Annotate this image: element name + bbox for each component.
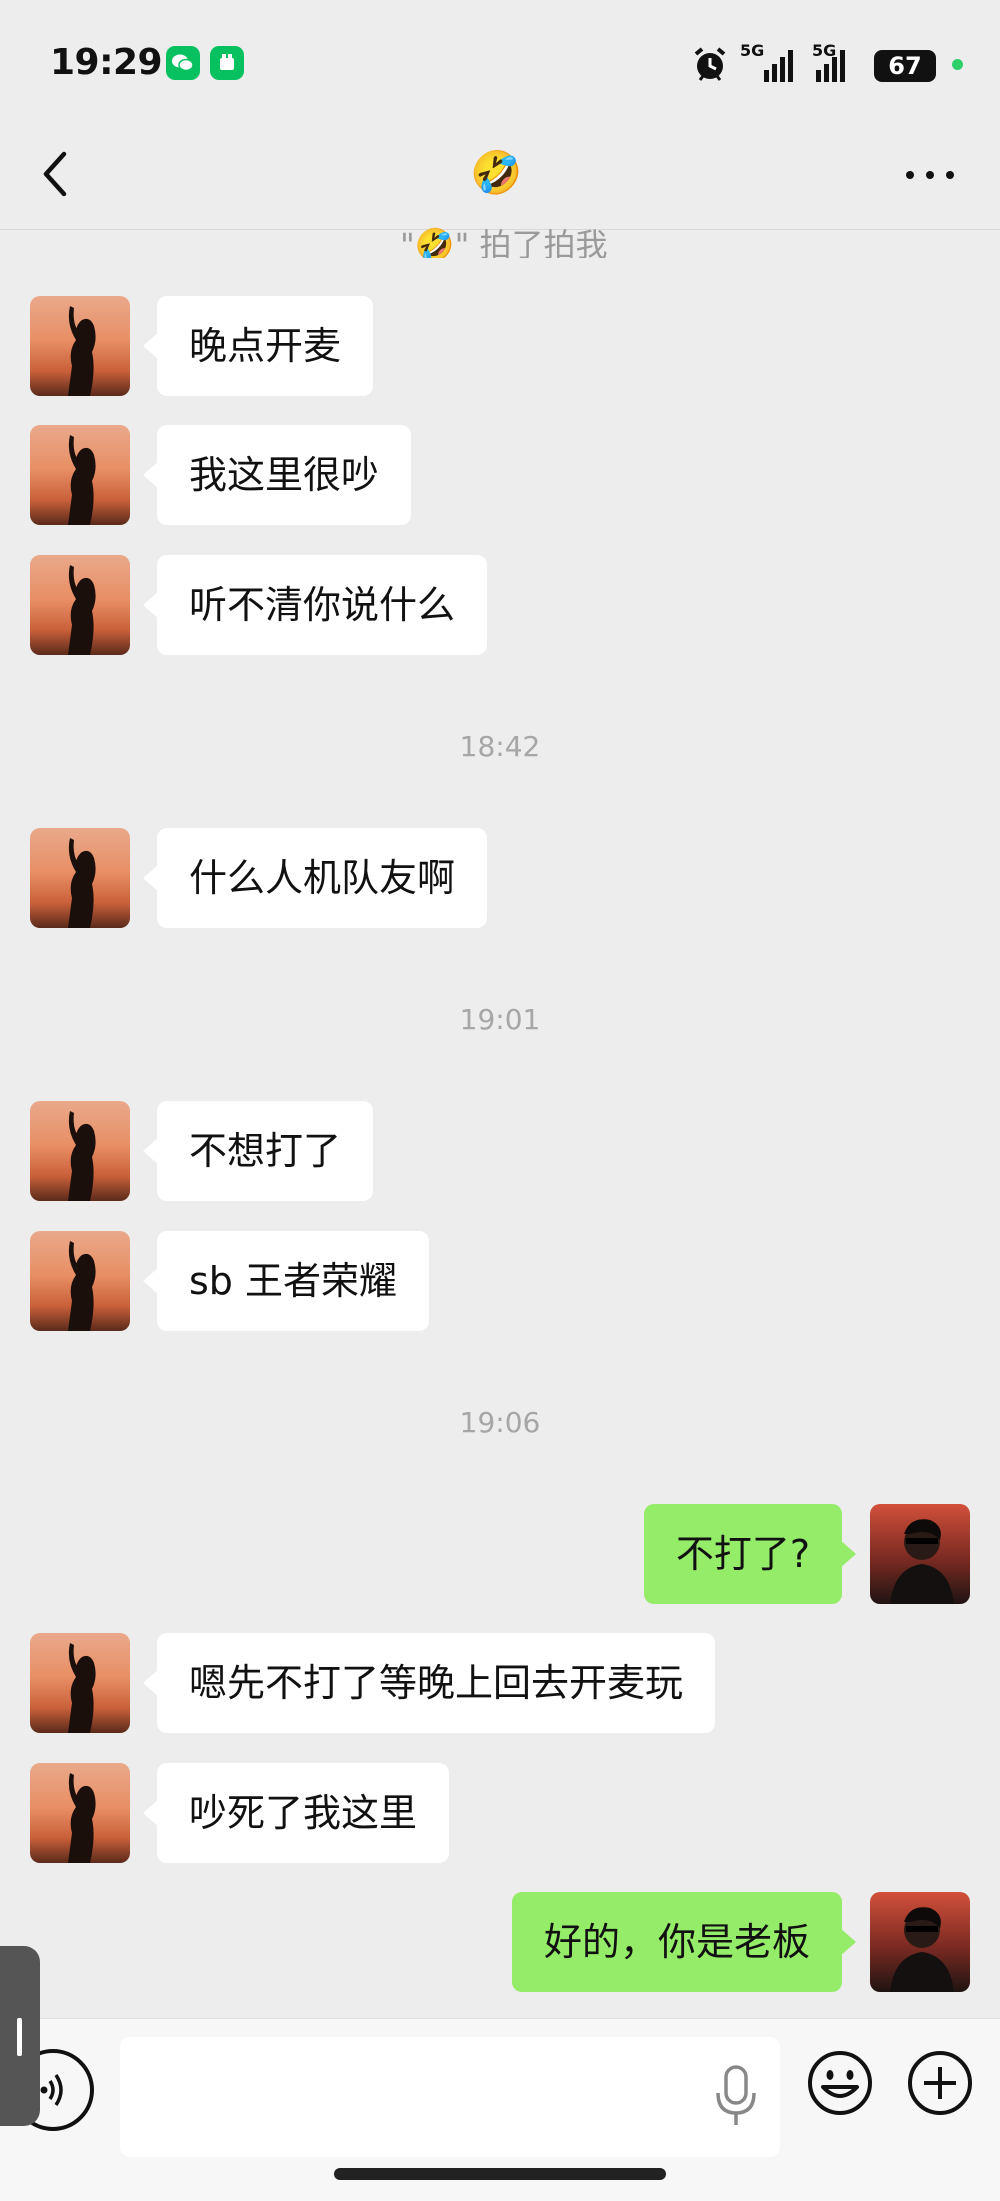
message-row: sb 王者荣耀 [0, 1231, 1000, 1331]
message-row: 晚点开麦 [0, 296, 1000, 396]
plus-button[interactable] [906, 2049, 974, 2117]
emoji-button[interactable] [806, 2049, 874, 2117]
status-time: 19:29 [50, 42, 163, 83]
alarm-icon [690, 44, 730, 88]
message-row: 听不清你说什么 [0, 555, 1000, 655]
contact-avatar[interactable] [30, 1763, 130, 1863]
timestamp: 18:42 [459, 730, 541, 763]
contact-avatar[interactable] [30, 296, 130, 396]
message-row: 不打了? [0, 1504, 1000, 1604]
outgoing-message[interactable]: 好的，你是老板 [511, 1892, 857, 1992]
contact-avatar[interactable] [30, 425, 130, 525]
contact-avatar[interactable] [30, 555, 130, 655]
back-button[interactable] [36, 144, 76, 204]
more-button[interactable] [902, 160, 958, 190]
incoming-message[interactable]: 听不清你说什么 [142, 555, 488, 655]
plus-icon [908, 2051, 972, 2115]
incoming-message[interactable]: 我这里很吵 [142, 425, 412, 525]
message-row: 我这里很吵 [0, 425, 1000, 525]
message-row: 好的，你是老板 [0, 1892, 1000, 1992]
incoming-message[interactable]: 不想打了 [142, 1101, 374, 1201]
mic-button[interactable] [714, 2063, 758, 2129]
mic-icon [716, 2065, 756, 2125]
incoming-message[interactable]: 嗯先不打了等晚上回去开麦玩 [142, 1633, 716, 1733]
incoming-message[interactable]: 吵死了我这里 [142, 1763, 450, 1863]
timestamp: 19:01 [459, 1003, 541, 1036]
contact-avatar[interactable] [30, 1633, 130, 1733]
signal-icon: 5G [740, 41, 802, 88]
message-row: 嗯先不打了等晚上回去开麦玩 [0, 1633, 1000, 1733]
privacy-indicator-dot [952, 59, 963, 70]
chevron-left-icon [43, 151, 67, 197]
my-avatar[interactable] [870, 1504, 970, 1604]
message-row: 什么人机队友啊 [0, 828, 1000, 928]
chat-header: 🤣 [0, 120, 1000, 230]
my-avatar[interactable] [870, 1892, 970, 1992]
incoming-message[interactable]: 什么人机队友啊 [142, 828, 488, 928]
message-row: 不想打了 [0, 1101, 1000, 1201]
message-input[interactable] [120, 2037, 780, 2157]
status-bar: 19:29 5G 5G 67 [0, 0, 1000, 120]
message-row: 吵死了我这里 [0, 1763, 1000, 1863]
battery-icon: 67 [874, 50, 936, 82]
incoming-message[interactable]: sb 王者荣耀 [143, 1231, 429, 1331]
timestamp: 19:06 [459, 1406, 541, 1439]
contact-avatar[interactable] [30, 828, 130, 928]
more-icon [906, 171, 954, 179]
signal-icon: 5G [812, 41, 874, 88]
contact-avatar[interactable] [30, 1101, 130, 1201]
incoming-message[interactable]: 晚点开麦 [142, 296, 374, 396]
pat-notice: "🤣" 拍了拍我 [400, 226, 608, 258]
emoji-icon [808, 2051, 872, 2115]
contact-avatar[interactable] [30, 1231, 130, 1331]
home-indicator[interactable] [334, 2168, 666, 2180]
wechat-icon [166, 46, 200, 80]
chat-title: 🤣 [470, 148, 523, 197]
app-icon [210, 46, 244, 80]
side-drawer-handle[interactable] [0, 1946, 40, 2126]
outgoing-message[interactable]: 不打了? [643, 1504, 857, 1604]
